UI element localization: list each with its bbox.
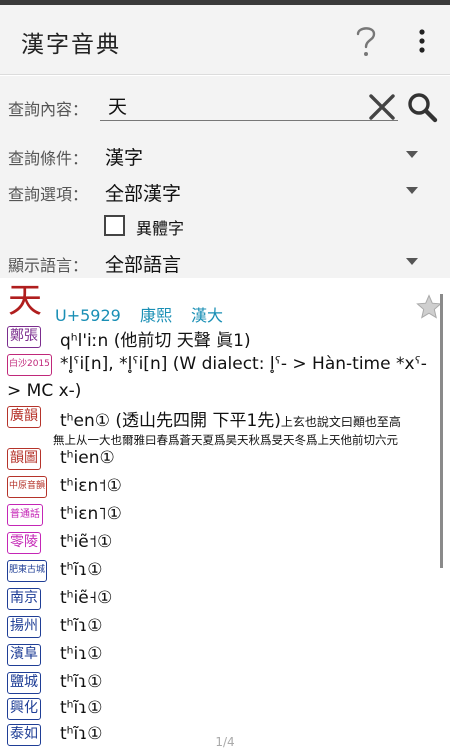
language-label: 顯示語言： bbox=[8, 256, 89, 275]
language-dropdown-icon[interactable] bbox=[406, 258, 418, 265]
entry-meta: U+5929 康熙 漢大 bbox=[55, 302, 237, 326]
source-tag[interactable]: 興化 bbox=[7, 698, 41, 720]
query-input[interactable]: 天 bbox=[108, 92, 127, 119]
more-vert-icon[interactable] bbox=[412, 27, 432, 55]
source-tag[interactable]: 中原音韻 bbox=[7, 476, 48, 498]
option-select[interactable]: 全部漢字 bbox=[105, 179, 181, 206]
option-label: 查詢選項： bbox=[8, 185, 89, 204]
reading-text: tʰĩɿ① bbox=[60, 698, 103, 718]
language-select[interactable]: 全部語言 bbox=[105, 250, 181, 277]
app-bar: 漢字音典 bbox=[0, 5, 450, 75]
condition-label: 查詢條件： bbox=[8, 149, 89, 168]
source-tag[interactable]: 廣韻 bbox=[7, 406, 41, 428]
reading-text: tʰiẽ˦① bbox=[60, 532, 113, 552]
reading-text: tʰiɿ① bbox=[60, 644, 103, 664]
search-icon[interactable] bbox=[406, 91, 438, 123]
source-tag[interactable]: 南京 bbox=[7, 588, 41, 610]
variant-checkbox[interactable] bbox=[104, 215, 125, 236]
page-indicator: 1/4 bbox=[215, 735, 235, 749]
reading-text: qʰl'iːn (他前切 天聲 眞1) bbox=[60, 331, 251, 351]
source-tag[interactable]: 揚州 bbox=[7, 616, 41, 638]
source-tag[interactable]: 鄭張 bbox=[7, 326, 41, 348]
option-dropdown-icon[interactable] bbox=[406, 187, 418, 194]
source-tag[interactable]: 白沙2015 bbox=[7, 354, 52, 376]
result-panel: 天 U+5929 康熙 漢大 鄭張 qʰl'iːn (他前切 天聲 眞1) 白沙… bbox=[0, 278, 450, 750]
condition-dropdown-icon[interactable] bbox=[406, 151, 418, 158]
reading-text: *l̥ˤi[n], *l̥ˤi[n] (W dialect: l̥ˤ- > Hà… bbox=[60, 354, 427, 374]
reading-text: tʰiɛn˦① bbox=[60, 476, 122, 496]
source-tag[interactable]: 濱阜 bbox=[7, 644, 41, 666]
reading-text: tʰĩɿ① bbox=[60, 672, 103, 692]
reading-text: tʰiẽ˧① bbox=[60, 588, 113, 608]
source-tag[interactable]: 普通話 bbox=[7, 504, 43, 526]
app-title: 漢字音典 bbox=[21, 32, 121, 58]
entry-codepoint[interactable]: U+5929 bbox=[55, 306, 121, 325]
source-tag[interactable]: 韻圖 bbox=[7, 448, 41, 470]
source-tag[interactable]: 鹽城 bbox=[7, 672, 41, 694]
reading-text: tʰiɛn˥① bbox=[60, 504, 122, 524]
scrollbar[interactable] bbox=[440, 294, 443, 568]
variant-checkbox-label[interactable]: 異體字 bbox=[136, 215, 184, 239]
entry-character: 天 bbox=[8, 281, 42, 321]
reading-main: tʰen① (透山先四開 下平1先) bbox=[60, 411, 281, 431]
reading-text: tʰien① bbox=[60, 448, 115, 468]
kangxi-link[interactable]: 康熙 bbox=[140, 306, 172, 325]
source-tag[interactable]: 零陵 bbox=[7, 532, 41, 554]
close-icon[interactable] bbox=[368, 93, 396, 121]
query-underline bbox=[100, 120, 398, 121]
reading-text: tʰĩɿ① bbox=[60, 616, 103, 636]
reading-note: 上玄也說文曰顚也至高 bbox=[280, 415, 401, 429]
handa-link[interactable]: 漢大 bbox=[191, 306, 223, 325]
reading-note-continued: 無上从一大也爾雅曰春爲蒼天夏爲昊天秋爲旻天冬爲上天他前切六元 bbox=[53, 433, 398, 447]
reading-text: tʰen① (透山先四開 下平1先)上玄也說文曰顚也至高 bbox=[60, 406, 401, 431]
reading-text-continued: > MC x-) bbox=[7, 381, 82, 401]
source-tag[interactable]: 肥東古城 bbox=[7, 560, 48, 582]
condition-select[interactable]: 漢字 bbox=[105, 143, 143, 170]
reading-text: tʰĩɿ① bbox=[60, 560, 103, 580]
help-icon[interactable] bbox=[352, 23, 380, 59]
query-label: 查詢內容： bbox=[8, 100, 89, 119]
star-icon[interactable] bbox=[416, 294, 442, 320]
